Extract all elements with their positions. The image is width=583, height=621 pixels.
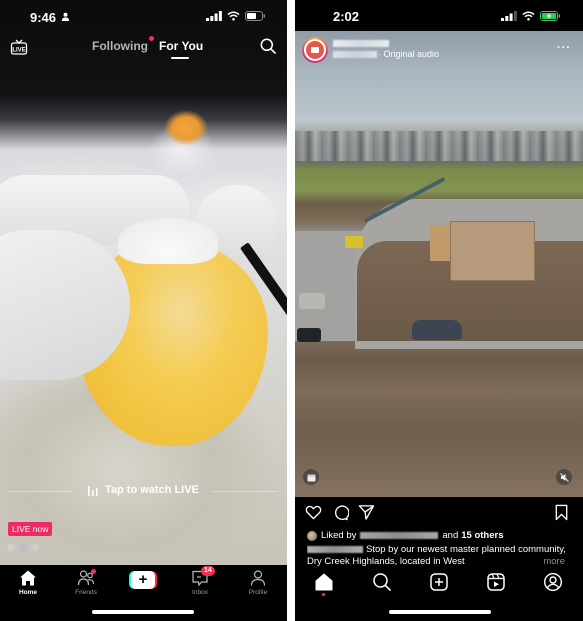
post-header: · Original audio ···: [295, 36, 583, 64]
reel-video[interactable]: [295, 31, 583, 497]
post-actions: [295, 501, 583, 523]
wifi-icon: [522, 11, 535, 21]
tab-following[interactable]: Following: [92, 36, 154, 53]
others-count[interactable]: 15 others: [461, 530, 503, 541]
battery-charging-icon: [540, 11, 560, 21]
video-content: [299, 293, 325, 309]
wifi-icon: [227, 11, 240, 21]
video-content: [118, 218, 218, 264]
comment-icon[interactable]: [332, 504, 349, 521]
reels-icon[interactable]: [486, 572, 506, 592]
likes-summary[interactable]: Liked by and 15 others: [307, 530, 504, 541]
home-icon: [20, 570, 36, 586]
calendar-button[interactable]: [303, 469, 319, 485]
nav-profile-label: Profile: [248, 589, 268, 596]
instagram-screen: 2:02 · Original audio ··· Liked by and 1…: [295, 0, 583, 621]
status-bar: 9:46: [0, 0, 287, 32]
signal-icon: [206, 11, 222, 21]
home-indicator[interactable]: [389, 610, 491, 614]
video-content: [412, 320, 462, 340]
status-time: 2:02: [333, 9, 360, 24]
profile-icon: [250, 570, 266, 586]
tab-following-label: Following: [92, 39, 148, 53]
tiktok-screen: 9:46 LIVE Following For You Tap to watch…: [0, 0, 287, 621]
bookmark-icon[interactable]: [553, 504, 570, 521]
live-now-badge[interactable]: LIVE now: [8, 522, 53, 536]
active-tab-indicator: [171, 57, 189, 59]
original-audio-link[interactable]: · Original audio: [378, 49, 439, 59]
creator-username-blurred[interactable]: [8, 544, 38, 551]
speaker-muted-icon: [559, 472, 569, 482]
status-icons: [501, 11, 561, 21]
bottom-nav: Home Friends + 14 Inbox Profile: [0, 565, 287, 621]
video-content: [450, 221, 535, 281]
mute-button[interactable]: [556, 469, 572, 485]
nav-home-label: Home: [18, 589, 38, 596]
home-icon[interactable]: [314, 572, 334, 592]
person-icon: [61, 12, 70, 21]
notification-dot: [322, 593, 325, 596]
nav-friends-label: Friends: [75, 589, 97, 596]
video-content: [295, 131, 583, 161]
post-caption[interactable]: Stop by our newest master planned commun…: [307, 544, 577, 566]
divider: [212, 491, 278, 492]
status-bar: 2:02: [295, 0, 583, 31]
svg-text:LIVE: LIVE: [12, 48, 25, 54]
battery-icon: [245, 11, 265, 21]
tap-to-watch-label: Tap to watch LIVE: [105, 484, 199, 496]
top-bar: LIVE Following For You: [0, 34, 287, 64]
heart-icon[interactable]: [305, 504, 322, 521]
caption-username-blurred[interactable]: [307, 546, 363, 553]
notification-dot: [149, 36, 154, 41]
and-label: and: [442, 530, 459, 541]
username-blurred[interactable]: [333, 40, 389, 47]
tab-for-you-label: For You: [159, 39, 204, 53]
inbox-count-badge: 14: [201, 566, 215, 576]
nav-profile[interactable]: Profile: [233, 569, 283, 596]
liker-name-blurred[interactable]: [360, 532, 439, 539]
more-options-button[interactable]: ···: [557, 42, 571, 54]
liked-by-label: Liked by: [321, 530, 357, 541]
calendar-icon: [307, 474, 315, 481]
create-button[interactable]: +: [129, 571, 157, 589]
signal-icon: [501, 11, 517, 21]
handle-blurred[interactable]: [333, 51, 377, 58]
caption-more-link[interactable]: more: [537, 556, 565, 566]
bottom-nav: [295, 566, 583, 621]
feed-tabs: Following For You: [92, 36, 204, 59]
nav-home[interactable]: Home: [3, 569, 53, 596]
video-content: [297, 328, 321, 342]
search-icon[interactable]: [372, 572, 392, 592]
nav-inbox[interactable]: 14 Inbox: [175, 566, 225, 596]
create-icon[interactable]: [429, 572, 449, 592]
avatar[interactable]: [302, 37, 328, 63]
live-bars-icon: [88, 485, 98, 496]
plus-icon: +: [131, 571, 155, 589]
status-time: 9:46: [30, 10, 57, 25]
search-icon[interactable]: [260, 38, 276, 54]
divider: [8, 491, 72, 492]
notification-dot: [91, 569, 96, 574]
profile-icon[interactable]: [543, 572, 563, 592]
live-tv-icon[interactable]: LIVE: [10, 38, 28, 56]
video-content: [345, 236, 363, 248]
share-icon[interactable]: [358, 504, 375, 521]
tap-to-watch-live-button[interactable]: Tap to watch LIVE: [88, 484, 199, 496]
home-indicator[interactable]: [92, 610, 194, 614]
liker-avatar: [307, 530, 317, 541]
tab-for-you[interactable]: For You: [159, 39, 204, 59]
nav-friends[interactable]: Friends: [61, 569, 111, 596]
status-icons: [206, 11, 266, 21]
nav-inbox-label: Inbox: [192, 589, 208, 596]
